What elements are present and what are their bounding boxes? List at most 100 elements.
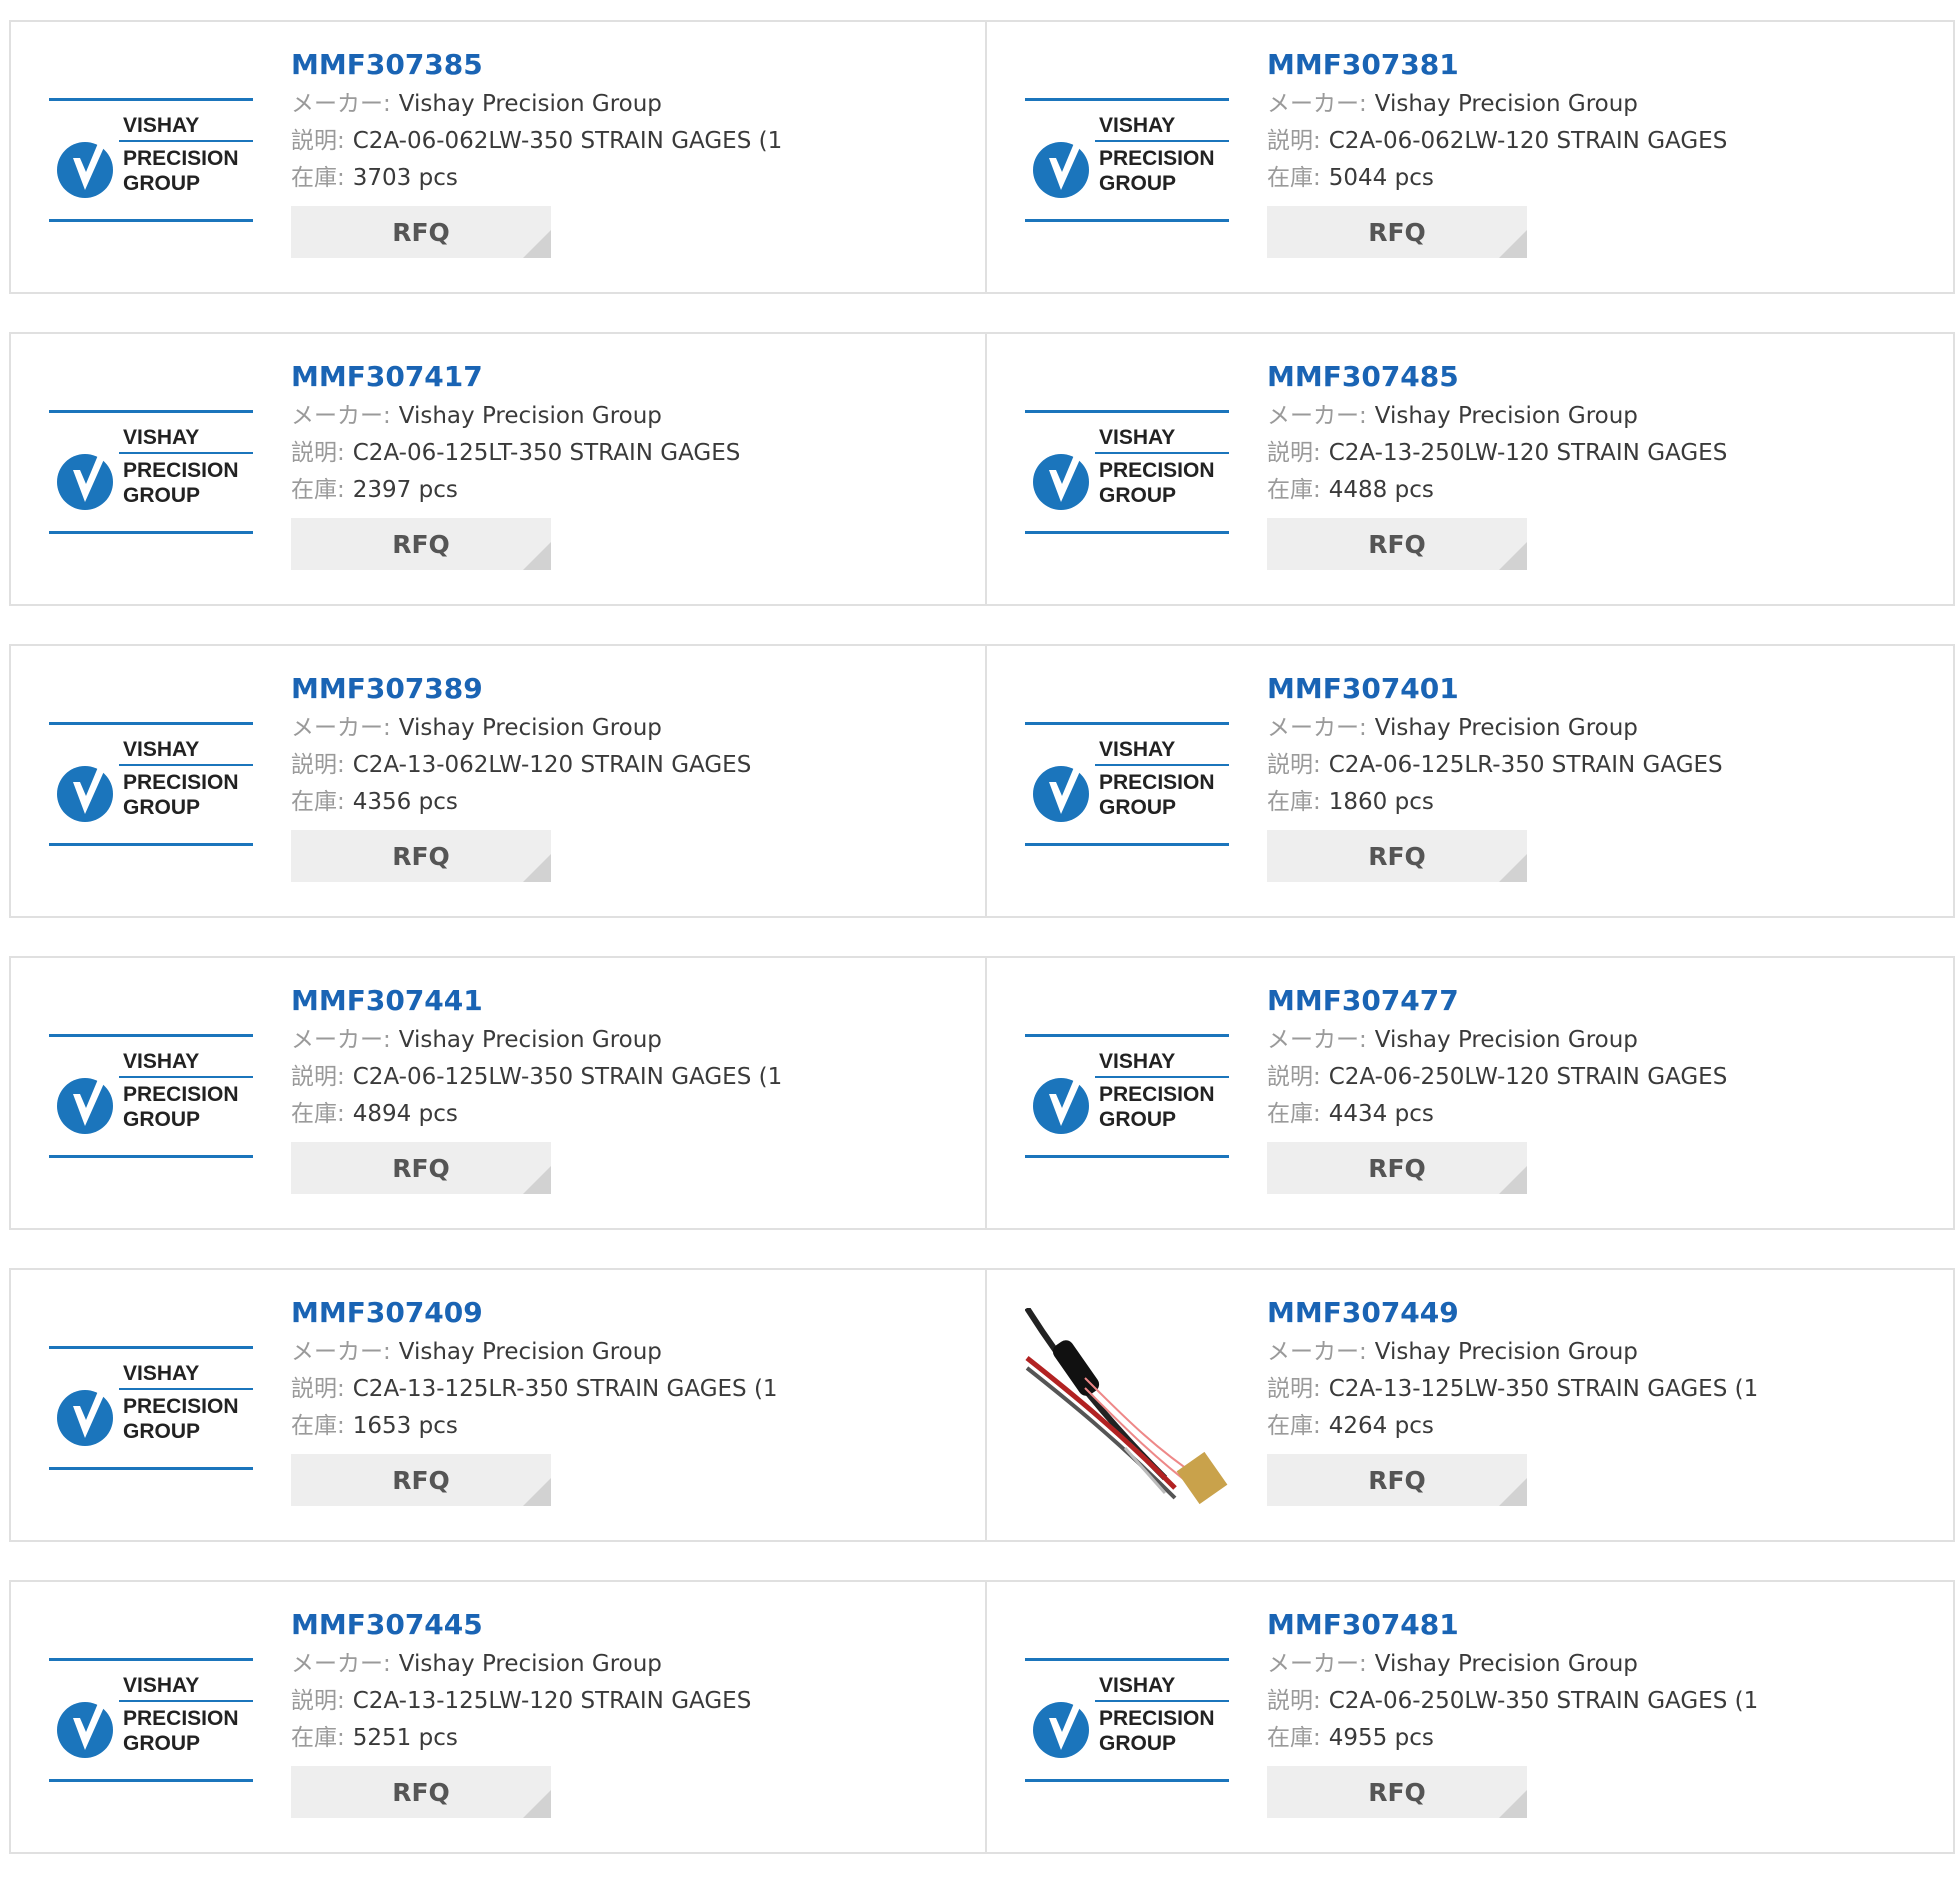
corner-triangle-icon [1499,1166,1527,1194]
part-number-link[interactable]: MMF307477 [1267,984,1943,1022]
rfq-label: RFQ [392,1465,450,1495]
manufacturer-logo[interactable]: VISHAY PRECISION GROUP [1025,1658,1229,1784]
manufacturer-logo[interactable]: VISHAY PRECISION GROUP [1025,410,1229,536]
svg-text:GROUP: GROUP [1099,1108,1176,1131]
part-number-link[interactable]: MMF307441 [291,984,975,1022]
rfq-button[interactable]: RFQ [1267,1454,1527,1506]
svg-text:VISHAY: VISHAY [123,1050,199,1073]
rfq-button[interactable]: RFQ [291,518,551,570]
description-value: C2A-06-125LT-350 STRAIN GAGES [352,440,741,466]
part-number-link[interactable]: MMF307389 [291,672,975,710]
description-value: C2A-06-062LW-350 STRAIN GAGES (1 [352,128,783,154]
part-number-link[interactable]: MMF307385 [291,48,975,86]
description-row: 説明: C2A-13-125LW-120 STRAIN GAGES [291,1683,975,1720]
product-row: VISHAY PRECISION GROUP MMF307389 メーカー: Vishay… [9,644,1955,918]
product-info: MMF307389 メーカー: Vishay Precision Group 説明: C… [291,672,975,882]
maker-row: メーカー: Vishay Precision Group [291,710,975,747]
description-row: 説明: C2A-06-250LW-120 STRAIN GAGES [1267,1059,1943,1096]
part-number-link[interactable]: MMF307417 [291,360,975,398]
stock-row: 在庫: 3703 pcs [291,160,975,197]
stock-label: 在庫: [1267,1725,1321,1751]
corner-triangle-icon [523,542,551,570]
rfq-button[interactable]: RFQ [1267,1142,1527,1194]
rfq-button[interactable]: RFQ [291,830,551,882]
description-label: 説明: [1267,1688,1321,1714]
stock-value: 1653 pcs [352,1413,458,1439]
maker-row: メーカー: Vishay Precision Group [291,398,975,435]
rfq-button[interactable]: RFQ [291,1142,551,1194]
description-value: C2A-13-125LR-350 STRAIN GAGES (1 [352,1376,778,1402]
maker-value: Vishay Precision Group [398,1027,662,1053]
rfq-label: RFQ [1368,1777,1426,1807]
svg-text:GROUP: GROUP [123,1732,200,1755]
rfq-label: RFQ [392,529,450,559]
svg-text:GROUP: GROUP [123,796,200,819]
manufacturer-logo[interactable]: VISHAY PRECISION GROUP [49,1658,253,1784]
maker-label: メーカー: [1267,403,1367,429]
maker-label: メーカー: [291,1651,391,1677]
svg-text:PRECISION: PRECISION [1099,1707,1215,1730]
svg-text:GROUP: GROUP [1099,484,1176,507]
part-number-link[interactable]: MMF307485 [1267,360,1943,398]
rfq-button[interactable]: RFQ [1267,830,1527,882]
description-label: 説明: [291,1376,345,1402]
rfq-button[interactable]: RFQ [291,1766,551,1818]
maker-value: Vishay Precision Group [1374,403,1638,429]
svg-text:VISHAY: VISHAY [1099,738,1175,761]
corner-triangle-icon [1499,1790,1527,1818]
svg-text:GROUP: GROUP [123,484,200,507]
description-value: C2A-06-250LW-350 STRAIN GAGES (1 [1328,1688,1759,1714]
product-photo[interactable] [1024,1306,1229,1505]
rfq-button[interactable]: RFQ [1267,518,1527,570]
stock-label: 在庫: [291,1413,345,1439]
rfq-label: RFQ [1368,1465,1426,1495]
svg-text:PRECISION: PRECISION [123,147,239,170]
description-label: 説明: [291,1064,345,1090]
rfq-label: RFQ [1368,217,1426,247]
svg-text:GROUP: GROUP [1099,796,1176,819]
part-number-link[interactable]: MMF307401 [1267,672,1943,710]
rfq-button[interactable]: RFQ [291,1454,551,1506]
description-label: 説明: [1267,1064,1321,1090]
description-value: C2A-13-125LW-350 STRAIN GAGES (1 [1328,1376,1759,1402]
rfq-button[interactable]: RFQ [1267,1766,1527,1818]
product-card: VISHAY PRECISION GROUP MMF307481 メーカー: Vishay… [987,1580,1955,1854]
description-row: 説明: C2A-06-062LW-120 STRAIN GAGES [1267,123,1943,160]
stock-label: 在庫: [1267,1413,1321,1439]
svg-text:VISHAY: VISHAY [123,1674,199,1697]
manufacturer-logo[interactable]: VISHAY PRECISION GROUP [49,410,253,536]
manufacturer-logo[interactable]: VISHAY PRECISION GROUP [1025,722,1229,848]
manufacturer-logo[interactable]: VISHAY PRECISION GROUP [49,98,253,224]
part-number-link[interactable]: MMF307449 [1267,1296,1943,1334]
svg-text:VISHAY: VISHAY [123,114,199,137]
part-number-link[interactable]: MMF307445 [291,1608,975,1646]
part-number-link[interactable]: MMF307481 [1267,1608,1943,1646]
maker-value: Vishay Precision Group [398,403,662,429]
product-card: VISHAY PRECISION GROUP MMF307389 メーカー: Vishay… [9,644,987,918]
svg-text:GROUP: GROUP [1099,172,1176,195]
part-number-link[interactable]: MMF307381 [1267,48,1943,86]
maker-label: メーカー: [1267,715,1367,741]
maker-row: メーカー: Vishay Precision Group [1267,1334,1943,1371]
rfq-button[interactable]: RFQ [291,206,551,258]
manufacturer-logo[interactable]: VISHAY PRECISION GROUP [1025,1034,1229,1160]
rfq-button[interactable]: RFQ [1267,206,1527,258]
description-value: C2A-13-250LW-120 STRAIN GAGES [1328,440,1728,466]
maker-label: メーカー: [291,403,391,429]
manufacturer-logo[interactable]: VISHAY PRECISION GROUP [1025,98,1229,224]
maker-label: メーカー: [1267,1339,1367,1365]
product-card: VISHAY PRECISION GROUP MMF307485 メーカー: Vishay… [987,332,1955,606]
corner-triangle-icon [1499,1478,1527,1506]
manufacturer-logo[interactable]: VISHAY PRECISION GROUP [49,1034,253,1160]
manufacturer-logo[interactable]: VISHAY PRECISION GROUP [49,1346,253,1472]
part-number-link[interactable]: MMF307409 [291,1296,975,1334]
description-label: 説明: [291,1688,345,1714]
manufacturer-logo[interactable]: VISHAY PRECISION GROUP [49,722,253,848]
product-grid: VISHAY PRECISION GROUP MMF307385 メーカー: Vishay… [9,20,1955,1892]
description-label: 説明: [1267,752,1321,778]
description-value: C2A-06-062LW-120 STRAIN GAGES [1328,128,1728,154]
stock-row: 在庫: 4894 pcs [291,1096,975,1133]
description-value: C2A-06-125LW-350 STRAIN GAGES (1 [352,1064,783,1090]
maker-value: Vishay Precision Group [1374,715,1638,741]
corner-triangle-icon [523,1166,551,1194]
